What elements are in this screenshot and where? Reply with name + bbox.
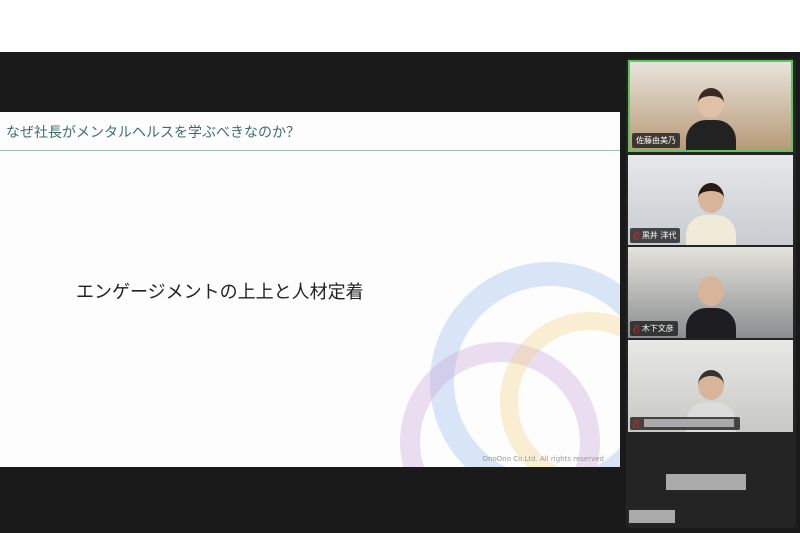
participant-name: 佐藤由美乃 [632, 133, 680, 148]
title-divider [0, 150, 620, 151]
video-tile[interactable]: 佐藤由美乃 [628, 60, 793, 152]
slide-main-text: エンゲージメントの上上と人材定着 [76, 282, 364, 303]
participant-video [685, 183, 736, 245]
mic-muted-icon: 🎙̸ [634, 324, 639, 333]
participant-video [685, 88, 736, 150]
mic-muted-icon: 🎙̸ [634, 231, 639, 240]
video-tile[interactable]: 🎙̸ 黒井 洋代 [628, 155, 793, 245]
redacted-block [666, 474, 746, 490]
mic-muted-icon: 🎙̸ [634, 419, 639, 428]
redacted-name [644, 419, 734, 427]
participant-panel: 佐藤由美乃 🎙̸ 黒井 洋代 🎙̸ 木下文彦 🎙̸ [626, 58, 796, 528]
video-tile[interactable]: 🎙̸ [628, 340, 793, 432]
slide-copyright: OnoOno Co.Ltd. All rights reserved [482, 455, 604, 463]
shared-slide: なぜ社長がメンタルヘルスを学ぶべきなのか？ エンゲージメントの上上と人材定着 O… [0, 112, 620, 467]
video-tile[interactable]: 🎙̸ 木下文彦 [628, 247, 793, 338]
slide-title: なぜ社長がメンタルヘルスを学ぶべきなのか？ [6, 125, 300, 141]
participant-video [685, 276, 736, 338]
participant-name: 🎙̸ 木下文彦 [630, 321, 678, 336]
participant-name: 🎙̸ 黒井 洋代 [630, 228, 681, 243]
redacted-block [629, 510, 675, 523]
meeting-window: なぜ社長がメンタルヘルスを学ぶべきなのか？ エンゲージメントの上上と人材定着 O… [0, 52, 800, 533]
participant-name: 🎙̸ [630, 417, 740, 430]
